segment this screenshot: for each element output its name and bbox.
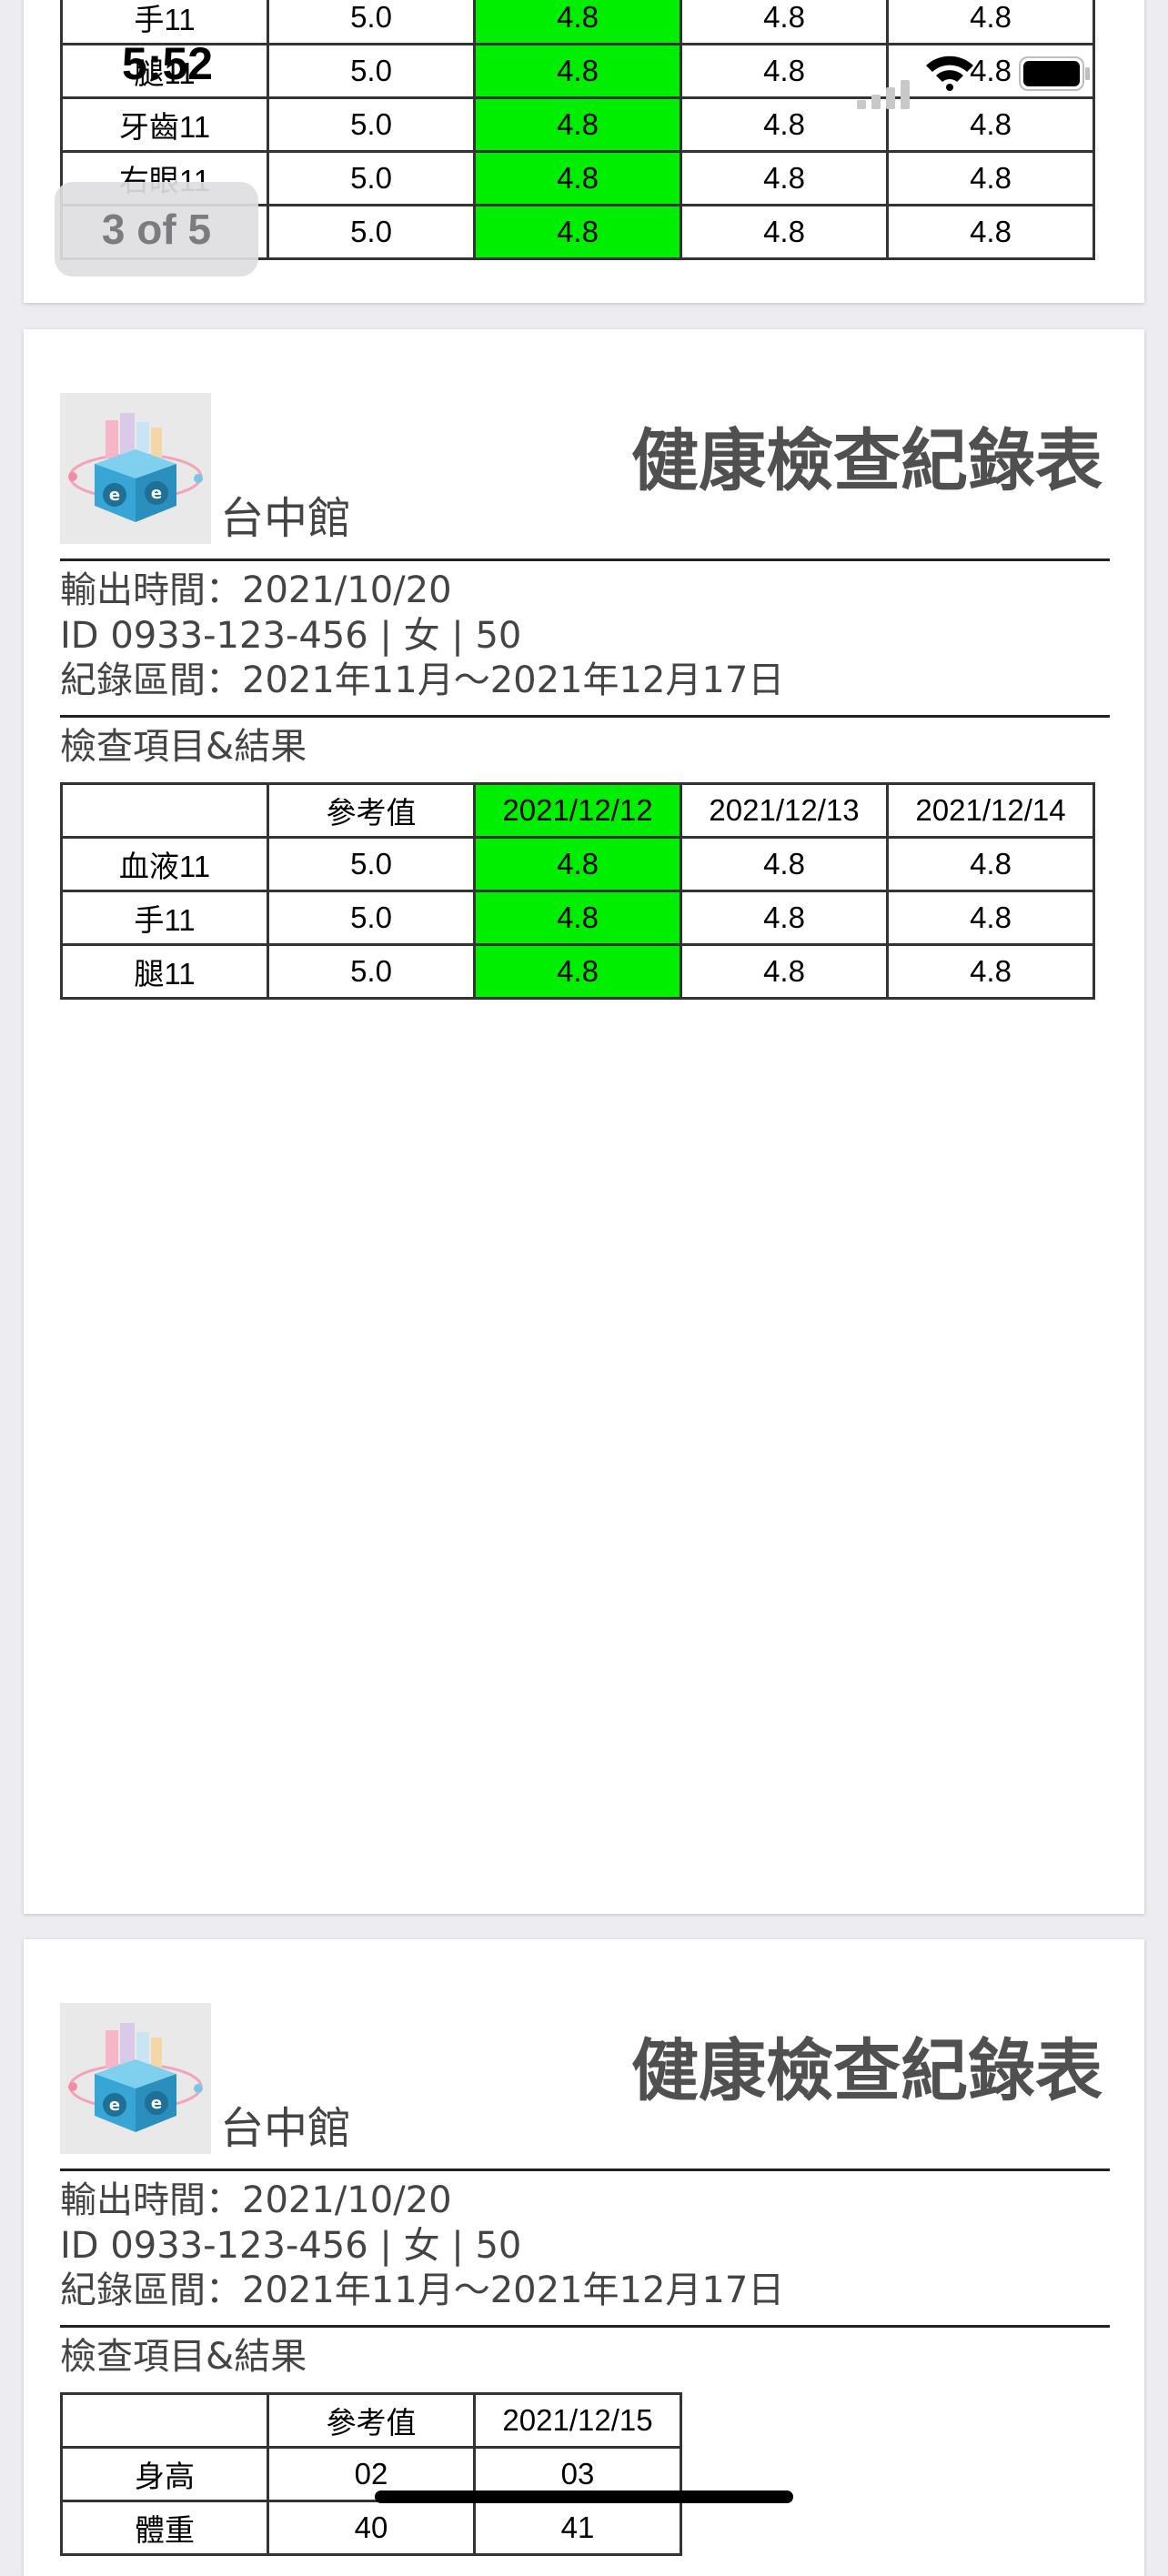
table-header-row: 參考值 2021/12/12 2021/12/13 2021/12/14 [60,782,1095,839]
table-cell: 4.8 [680,204,889,260]
table-cell: 5.0 [267,96,476,153]
table-cell-highlighted: 4.8 [473,836,682,892]
svg-text:e: e [151,2094,162,2113]
table-cell: 5.0 [267,150,476,206]
table-cell: 5.0 [267,0,476,45]
record-range: 紀錄區間：2021年11月～2021年12月17日 [60,2269,785,2311]
report-page: e e 台中館 健康檢查紀錄表 輸出時間：2021/10/20 ID 0933-… [24,1939,1144,2576]
divider [60,2168,1110,2171]
table-cell: 40 [267,2500,476,2556]
table-cell-highlighted: 4.8 [473,150,682,206]
table-cell-highlighted: 4.8 [473,0,682,45]
status-bar-time: 5:52 [122,38,214,89]
member-id: ID 0933-123-456 | 女 | 50 [60,2225,522,2267]
table-cell-highlighted: 4.8 [473,43,682,99]
table-cell: 4.8 [886,204,1095,260]
report-page: e e 台中館 健康檢查紀錄表 輸出時間：2021/10/20 ID 0933-… [24,329,1144,1914]
section-label: 檢查項目&結果 [60,726,307,768]
table-row: 手11 5.0 4.8 4.8 4.8 [60,890,1095,946]
divider [60,715,1110,718]
location-label: 台中館 [220,493,352,544]
document-title: 健康檢查紀錄表 [631,422,1103,500]
table-row: 手11 5.0 4.8 4.8 4.8 [60,0,1095,45]
table-cell: 4.8 [680,150,889,206]
table-cell: 4.8 [680,0,889,45]
table-cell-highlighted: 4.8 [473,890,682,946]
table-cell: 4.8 [886,943,1095,1000]
svg-text:e: e [109,2096,120,2115]
table-header-cell: 2021/12/14 [886,782,1095,839]
location-label: 台中館 [220,2103,352,2154]
table-cell: 41 [473,2500,682,2556]
table-header-cell: 參考值 [267,782,476,839]
table-cell-highlighted: 4.8 [473,204,682,260]
table-cell: 體重 [60,2500,269,2556]
table-header-cell [60,782,269,839]
table-cell-highlighted: 4.8 [473,943,682,1000]
company-logo: e e [60,393,211,544]
table-cell: 4.8 [886,150,1095,206]
table-cell: 4.8 [886,836,1095,892]
table-cell: 5.0 [267,204,476,260]
document-title: 健康檢查紀錄表 [631,2032,1103,2110]
table-header-cell: 2021/12/13 [680,782,889,839]
company-logo: e e [60,2003,211,2154]
divider [60,2325,1110,2328]
svg-text:e: e [151,484,162,503]
table-cell: 5.0 [267,943,476,1000]
table-cell: 4.8 [886,96,1095,153]
cellular-signal-icon [857,80,910,109]
table-header-cell: 2021/12/15 [473,2392,682,2449]
table-cell: 5.0 [267,836,476,892]
record-range: 紀錄區間：2021年11月～2021年12月17日 [60,659,785,701]
table-cell: 4.8 [680,836,889,892]
home-indicator[interactable] [375,2490,793,2503]
table-header-row: 參考值 2021/12/15 [60,2392,682,2449]
table-cell: 血液11 [60,836,269,892]
member-id: ID 0933-123-456 | 女 | 50 [60,615,522,657]
battery-icon [1019,56,1090,91]
table-cell: 4.8 [680,890,889,946]
wifi-icon [926,55,973,91]
table-header-cell [60,2392,269,2449]
results-table: 參考值 2021/12/15 身高 02 03 體重 40 41 [60,2392,682,2556]
table-header-cell-highlighted: 2021/12/12 [473,782,682,839]
svg-text:e: e [109,486,120,505]
divider [60,558,1110,561]
table-cell: 身高 [60,2446,269,2502]
table-cell: 手11 [60,890,269,946]
section-label: 檢查項目&結果 [60,2336,307,2378]
table-header-cell: 參考值 [267,2392,476,2449]
table-row: 腿11 5.0 4.8 4.8 4.8 [60,943,1095,1000]
page-indicator: 3 of 5 [55,182,258,277]
table-row: 牙齒11 5.0 4.8 4.8 4.8 [60,96,1095,153]
table-cell: 腿11 [60,943,269,1000]
results-table: 參考值 2021/12/12 2021/12/13 2021/12/14 血液1… [60,782,1095,1000]
table-cell: 4.8 [886,890,1095,946]
table-cell: 5.0 [267,43,476,99]
export-time: 輸出時間：2021/10/20 [60,569,452,611]
table-row: 血液11 5.0 4.8 4.8 4.8 [60,836,1095,892]
table-cell-highlighted: 4.8 [473,96,682,153]
table-cell: 牙齒11 [60,96,269,153]
export-time: 輸出時間：2021/10/20 [60,2179,452,2221]
table-cell: 4.8 [886,0,1095,45]
table-cell: 5.0 [267,890,476,946]
table-row: 體重 40 41 [60,2500,682,2556]
table-cell: 4.8 [680,943,889,1000]
